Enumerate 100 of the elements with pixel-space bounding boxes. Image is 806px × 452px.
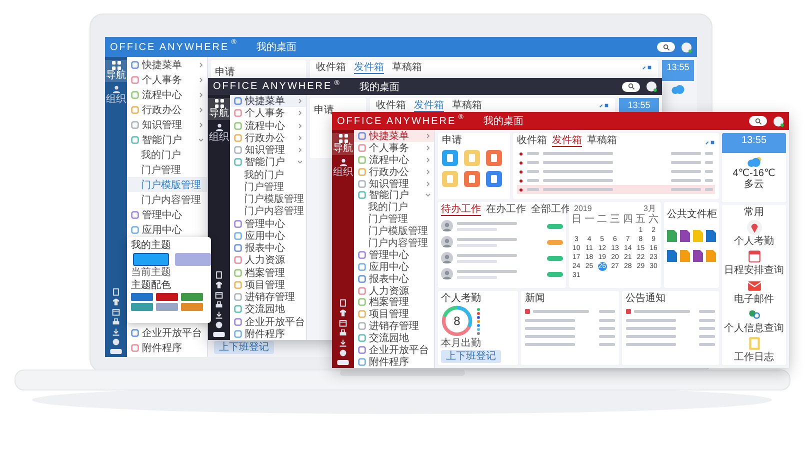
menu-item[interactable]: 附件程序 [354,356,434,368]
search-button[interactable] [749,116,767,126]
document-icon[interactable] [112,288,120,296]
menu-item[interactable]: 交流园地 [230,303,306,316]
menu-item[interactable]: 智能门户 [354,189,434,202]
download-icon[interactable] [215,311,223,319]
tab[interactable]: 发件箱 [354,62,384,74]
app-tile-icon[interactable] [442,171,458,187]
list-row[interactable] [525,309,614,314]
shirt-icon[interactable] [215,281,223,289]
avatar-icon[interactable] [646,81,657,92]
menu-item[interactable]: 知识管理 [354,178,434,190]
menu-item[interactable]: 企业开放平台 [230,316,306,328]
tab[interactable]: 草稿箱 [392,62,422,74]
color-swatch[interactable] [131,293,153,301]
menu-item[interactable]: 企业开放平台 [127,325,207,340]
shortcut-item[interactable]: 日程安排查询 [724,249,784,276]
shortcut-item[interactable]: 个人考勤 [734,220,774,247]
submenu-item[interactable]: 我的门户 [127,147,207,162]
rail-tab[interactable]: 组织 [332,157,354,179]
printer-icon[interactable] [112,318,120,326]
file-icon[interactable] [706,230,716,242]
rail-tab[interactable]: 导航 [208,98,230,120]
app-tile-icon[interactable] [442,150,458,166]
rail-tab[interactable]: 导航 [105,60,127,82]
app-tile-icon[interactable] [486,171,502,187]
menu-item[interactable]: 快捷菜单 [127,57,207,72]
submenu-item[interactable]: 门户内容管理 [127,192,207,207]
document-icon[interactable] [339,299,347,307]
avatar-icon[interactable] [773,116,784,126]
download-icon[interactable] [112,328,120,336]
tab[interactable]: 收件箱 [316,62,346,74]
calendar-icon[interactable] [112,308,120,316]
submenu-item[interactable]: 门户管理 [230,180,306,193]
file-icon[interactable] [693,250,703,262]
printer-icon[interactable] [339,329,347,337]
color-swatch[interactable] [156,293,178,301]
submenu-item[interactable]: 门户管理 [354,213,434,226]
tab[interactable]: 发件箱 [552,135,582,147]
submenu-item[interactable]: 门户模版管理 [127,177,207,192]
menu-item[interactable]: 人力资源 [354,284,434,296]
printer-icon[interactable] [215,301,223,309]
submenu-item[interactable]: 门户内容管理 [230,205,306,218]
app-tile-icon[interactable] [464,171,480,187]
menu-item[interactable]: 流程中心 [127,87,207,102]
menu-item[interactable]: 进销存管理 [354,320,434,332]
tab[interactable]: 待办工作 [441,204,481,216]
menu-item[interactable]: 管理中心 [230,218,306,230]
menu-item[interactable]: 行政办公 [127,102,207,117]
search-button[interactable] [622,82,640,92]
tab[interactable]: 在办工作 [486,204,526,216]
menu-item[interactable]: 应用中心 [354,260,434,273]
menu-item[interactable]: 快捷菜单 [354,130,434,142]
file-icon[interactable] [667,250,677,262]
menu-item[interactable]: 企业开放平台 [354,344,434,356]
download-icon[interactable] [339,339,347,347]
list-row[interactable] [626,309,715,314]
menu-item[interactable]: 应用中心 [230,230,306,242]
menu-item[interactable]: 行政办公 [354,166,434,178]
theme-thumbnail[interactable] [133,253,169,266]
menu-item[interactable]: 个人事务 [354,142,434,154]
menu-item[interactable]: 知识管理 [230,144,306,156]
menu-item[interactable]: 档案管理 [354,296,434,308]
submenu-item[interactable]: 门户模版管理 [230,193,306,206]
menu-item[interactable]: 知识管理 [127,117,207,132]
menu-item[interactable]: 人力资源 [230,254,306,266]
shortcut-item[interactable]: 电子邮件 [734,278,774,305]
edit-grid-icon[interactable] [705,140,715,145]
app-tile-icon[interactable] [464,150,480,166]
menu-item[interactable]: 报表中心 [230,242,306,254]
menu-item[interactable]: 行政办公 [230,132,306,144]
menu-item[interactable]: 档案管理 [230,266,306,279]
file-icon[interactable] [680,230,690,242]
rail-tab[interactable]: 组织 [208,122,230,144]
menu-item[interactable]: 流程中心 [230,120,306,132]
color-swatch[interactable] [181,293,203,301]
shirt-icon[interactable] [112,298,120,306]
calendar-icon[interactable] [339,319,347,327]
shirt-icon[interactable] [339,309,347,317]
color-swatch[interactable] [131,303,153,311]
rail-tab[interactable]: 导航 [332,133,354,155]
menu-item[interactable]: 流程中心 [354,154,434,166]
tab[interactable]: 草稿箱 [452,100,482,112]
document-icon[interactable] [215,271,223,279]
menu-item[interactable]: 项目管理 [354,308,434,320]
menu-item[interactable]: 项目管理 [230,278,306,291]
shortcut-item[interactable]: 个人信息查询 [724,307,784,334]
menu-item[interactable]: 附件程序 [127,340,207,355]
edit-grid-icon[interactable] [599,103,609,108]
menu-item[interactable]: 个人事务 [127,72,207,87]
tab[interactable]: 草稿箱 [587,135,617,147]
menu-item[interactable]: 交流园地 [354,332,434,344]
submenu-item[interactable]: 我的门户 [354,201,434,214]
file-icon[interactable] [667,230,677,242]
menu-item[interactable]: 应用中心 [127,222,207,237]
check-in-button[interactable]: 上下班登记 [441,350,501,363]
submenu-item[interactable]: 门户模版管理 [354,225,434,238]
submenu-item[interactable]: 门户管理 [127,162,207,177]
search-button[interactable] [657,42,675,52]
menu-item[interactable]: 智能门户 [127,132,207,147]
